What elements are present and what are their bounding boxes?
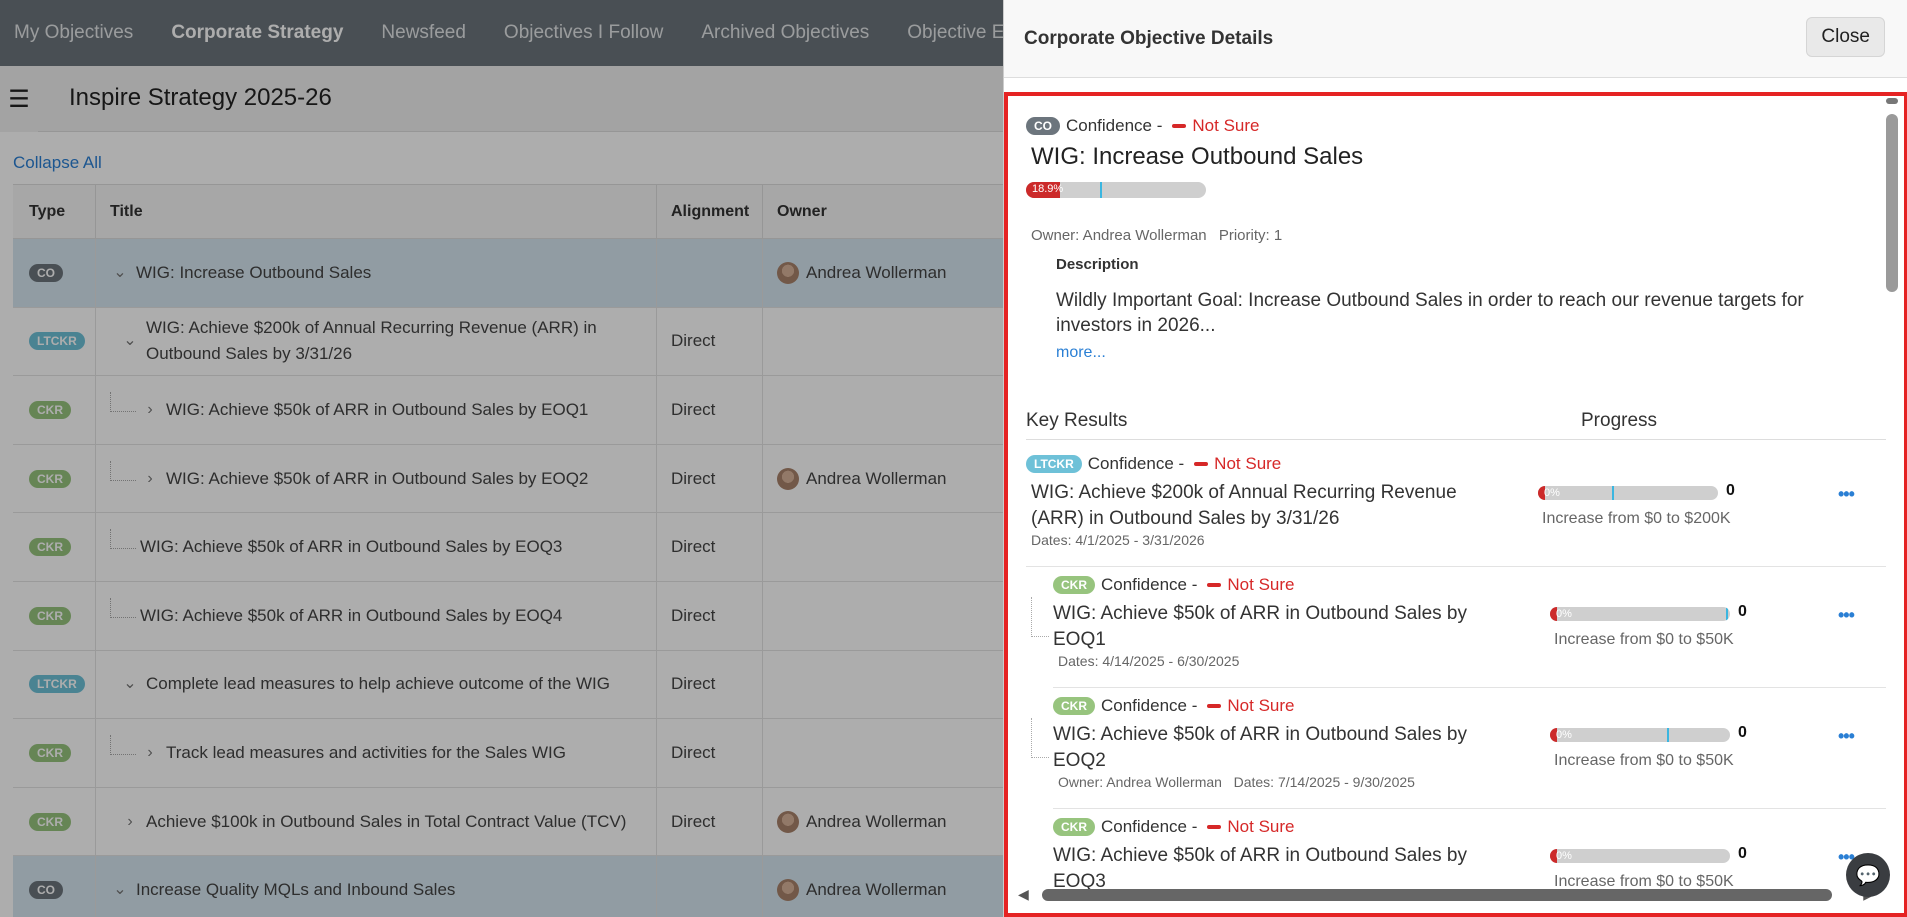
kr-title[interactable]: WIG: Achieve $50k of ARR in Outbound Sal… bbox=[1053, 843, 1523, 895]
not-sure-icon bbox=[1207, 583, 1222, 587]
confidence-value[interactable]: Not Sure bbox=[1214, 454, 1281, 474]
target-marker bbox=[1099, 182, 1102, 198]
vertical-scrollbar[interactable] bbox=[1886, 114, 1898, 292]
confidence-label: Confidence - bbox=[1066, 116, 1163, 135]
kr-dates: Dates: 4/14/2025 - 6/30/2025 bbox=[1058, 653, 1240, 669]
objective-title: WIG: Increase Outbound Sales bbox=[1031, 143, 1364, 170]
tree-connector bbox=[1031, 597, 1049, 637]
progress-bar: 0% bbox=[1550, 728, 1730, 742]
kr-title[interactable]: WIG: Achieve $50k of ARR in Outbound Sal… bbox=[1053, 722, 1523, 774]
kr-confidence: CKR Confidence - Not Sure bbox=[1053, 696, 1294, 716]
kr-value: 0 bbox=[1726, 482, 1735, 499]
key-results-header: Key Results Progress bbox=[1026, 410, 1886, 440]
scroll-left-arrow-icon[interactable]: ◀ bbox=[1018, 886, 1029, 903]
kr-confidence: CKR Confidence - Not Sure bbox=[1053, 817, 1294, 837]
kr-progress: 0% bbox=[1538, 486, 1718, 500]
progress-label: 0% bbox=[1556, 850, 1572, 862]
not-sure-icon bbox=[1207, 704, 1222, 708]
kr-value: 0 bbox=[1738, 603, 1747, 620]
objective-owner: Owner: Andrea Wollerman bbox=[1031, 227, 1207, 244]
objective-details-panel: Corporate Objective Details Close CO Con… bbox=[1003, 0, 1907, 917]
objective-meta: Owner: Andrea Wollerman Priority: 1 bbox=[1031, 227, 1282, 244]
key-result-item[interactable]: CKR Confidence - Not Sure WIG: Achieve $… bbox=[1031, 688, 1886, 809]
confidence-value[interactable]: Not Sure bbox=[1227, 575, 1294, 595]
kr-title[interactable]: WIG: Achieve $200k of Annual Recurring R… bbox=[1031, 480, 1501, 532]
not-sure-icon bbox=[1172, 124, 1187, 128]
not-sure-icon bbox=[1194, 462, 1209, 466]
key-results-heading: Key Results bbox=[1026, 410, 1128, 431]
confidence-label: Confidence - bbox=[1101, 696, 1198, 715]
confidence-value[interactable]: Not Sure bbox=[1227, 817, 1294, 837]
progress-label: 18.9% bbox=[1032, 183, 1064, 195]
description-text: Wildly Important Goal: Increase Outbound… bbox=[1056, 290, 1804, 336]
kr-progress: 0% bbox=[1550, 728, 1730, 742]
horizontal-scrollbar[interactable] bbox=[1042, 889, 1832, 901]
more-options-icon[interactable]: ••• bbox=[1838, 605, 1855, 626]
progress-label: 0% bbox=[1544, 487, 1560, 499]
kr-meta: Owner: Andrea Wollerman Dates: 7/14/2025… bbox=[1058, 774, 1415, 790]
key-result-item[interactable]: CKR Confidence - Not Sure WIG: Achieve $… bbox=[1031, 567, 1886, 688]
kr-progress: 0% bbox=[1550, 849, 1730, 863]
type-badge: CKR bbox=[1053, 818, 1095, 836]
kr-dates: Dates: 4/1/2025 - 3/31/2026 bbox=[1031, 532, 1205, 548]
objective-priority: Priority: 1 bbox=[1218, 227, 1283, 244]
progress-heading: Progress bbox=[1581, 410, 1658, 431]
progress-label: 0% bbox=[1556, 608, 1572, 620]
confidence-label: Confidence - bbox=[1087, 454, 1185, 473]
progress-bar: 0% bbox=[1550, 607, 1730, 621]
more-options-icon[interactable]: ••• bbox=[1838, 726, 1855, 747]
more-options-icon[interactable]: ••• bbox=[1838, 484, 1855, 505]
confidence-value[interactable]: Not Sure bbox=[1227, 696, 1294, 716]
progress-bar: 0% bbox=[1550, 849, 1730, 863]
progress-bar: 18.9% bbox=[1026, 182, 1206, 198]
tree-connector bbox=[1031, 718, 1049, 758]
panel-header: Corporate Objective Details Close bbox=[1004, 0, 1907, 78]
kr-progress: 0% bbox=[1550, 607, 1730, 621]
target-marker bbox=[1667, 728, 1669, 742]
target-marker bbox=[1726, 607, 1729, 621]
type-badge: LTCKR bbox=[1026, 455, 1082, 473]
type-badge: CKR bbox=[1053, 697, 1095, 715]
kr-progress-desc: Increase from $0 to $200K bbox=[1542, 510, 1731, 527]
objective-progress-bar: 18.9% bbox=[1026, 182, 1206, 198]
confidence-label: Confidence - bbox=[1101, 575, 1198, 594]
close-button[interactable]: Close bbox=[1806, 17, 1885, 57]
kr-value: 0 bbox=[1738, 724, 1747, 741]
kr-confidence: LTCKR Confidence - Not Sure bbox=[1026, 454, 1281, 474]
progress-bar: 0% bbox=[1538, 486, 1718, 500]
kr-progress-desc: Increase from $0 to $50K bbox=[1554, 631, 1734, 648]
kr-value: 0 bbox=[1738, 845, 1747, 862]
more-link[interactable]: more... bbox=[1056, 344, 1106, 362]
description-label: Description bbox=[1056, 256, 1139, 273]
scrollbar-up-arrow[interactable] bbox=[1886, 98, 1898, 104]
confidence-label: Confidence - bbox=[1101, 817, 1198, 836]
kr-progress-desc: Increase from $0 to $50K bbox=[1554, 752, 1734, 769]
target-marker bbox=[1611, 486, 1614, 500]
not-sure-icon bbox=[1207, 825, 1222, 829]
chat-icon[interactable]: 💬 bbox=[1846, 853, 1890, 897]
details-content: CO Confidence - Not Sure WIG: Increase O… bbox=[1004, 92, 1907, 917]
key-result-item[interactable]: LTCKR Confidence - Not Sure WIG: Achieve… bbox=[1026, 446, 1886, 567]
panel-title: Corporate Objective Details bbox=[1024, 27, 1274, 49]
objective-confidence: CO Confidence - Not Sure bbox=[1026, 116, 1259, 136]
type-badge: CO bbox=[1026, 117, 1060, 135]
kr-title[interactable]: WIG: Achieve $50k of ARR in Outbound Sal… bbox=[1053, 601, 1523, 653]
confidence-value[interactable]: Not Sure bbox=[1192, 116, 1259, 136]
modal-backdrop[interactable] bbox=[0, 0, 1003, 917]
kr-confidence: CKR Confidence - Not Sure bbox=[1053, 575, 1294, 595]
type-badge: CKR bbox=[1053, 576, 1095, 594]
progress-label: 0% bbox=[1556, 729, 1572, 741]
